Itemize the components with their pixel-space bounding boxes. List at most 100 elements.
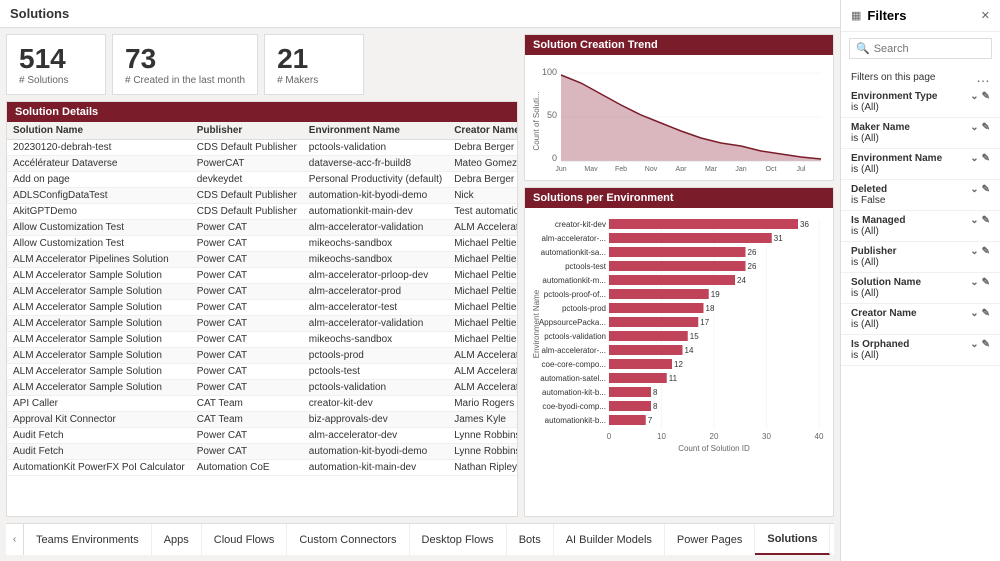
kpi-last-month-label: # Created in the last month — [125, 75, 245, 86]
svg-text:AppsourcePacka...: AppsourcePacka... — [539, 318, 606, 327]
filter-item: Maker Name ⌄ ✎ is (All) — [841, 118, 1000, 149]
filter-edit-icon[interactable]: ✎ — [982, 122, 990, 133]
table-row[interactable]: Allow Customization TestPower CATalm-acc… — [7, 220, 517, 236]
col-creator-name[interactable]: Creator Name — [448, 122, 517, 140]
table-row[interactable]: ALM Accelerator Sample SolutionPower CAT… — [7, 284, 517, 300]
table-row[interactable]: AutomationKit PowerFX PoI CalculatorAuto… — [7, 460, 517, 476]
svg-text:creator-kit-dev: creator-kit-dev — [555, 220, 606, 229]
filter-item: Environment Name ⌄ ✎ is (All) — [841, 149, 1000, 180]
tab-teams-environments[interactable]: Teams Environments — [24, 524, 152, 555]
table-row[interactable]: Audit FetchPower CATalm-accelerator-devL… — [7, 428, 517, 444]
svg-text:automation-kit-b...: automation-kit-b... — [542, 388, 606, 397]
table-row[interactable]: ALM Accelerator Sample SolutionPower CAT… — [7, 348, 517, 364]
tab-ai-builder-models[interactable]: AI Builder Models — [554, 524, 665, 555]
trend-chart-svg: 100 50 0 Count of Soluti... — [531, 61, 829, 171]
table-row[interactable]: ALM Accelerator Sample SolutionPower CAT… — [7, 380, 517, 396]
tab-solutions[interactable]: Solutions — [755, 524, 830, 555]
nav-left-arrow[interactable]: ‹ — [6, 524, 24, 555]
col-environment-name[interactable]: Environment Name — [303, 122, 448, 140]
tab-desktop-flows[interactable]: Desktop Flows — [410, 524, 507, 555]
table-row[interactable]: 20230120-debrah-testCDS Default Publishe… — [7, 140, 517, 156]
filter-items-list: Environment Type ⌄ ✎ is (All) Maker Name… — [841, 87, 1000, 561]
filter-chevron-icon[interactable]: ⌄ — [970, 91, 978, 102]
table-row[interactable]: Add on pagedevkeydetPersonal Productivit… — [7, 172, 517, 188]
table-row[interactable]: AkitGPTDemoCDS Default Publisherautomati… — [7, 204, 517, 220]
svg-text:40: 40 — [815, 432, 824, 441]
env-chart-card: Solutions per Environment Environment Na… — [524, 187, 834, 517]
filter-edit-icon[interactable]: ✎ — [982, 339, 990, 350]
kpi-last-month: 73 # Created in the last month — [112, 34, 258, 95]
svg-text:automationkit-m...: automationkit-m... — [542, 276, 606, 285]
filter-item: Deleted ⌄ ✎ is False — [841, 180, 1000, 211]
filter-chevron-icon[interactable]: ⌄ — [970, 308, 978, 319]
svg-text:24: 24 — [737, 276, 746, 285]
svg-text:Jun: Jun — [555, 166, 566, 171]
svg-text:automation-satel...: automation-satel... — [540, 374, 606, 383]
tab-bots[interactable]: Bots — [507, 524, 554, 555]
svg-text:26: 26 — [748, 262, 757, 271]
filter-edit-icon[interactable]: ✎ — [982, 91, 990, 102]
solution-details-panel: Solution Details Solution Name Publisher… — [6, 101, 518, 517]
filter-edit-icon[interactable]: ✎ — [982, 246, 990, 257]
svg-text:pctools-proof-of...: pctools-proof-of... — [544, 290, 606, 299]
col-publisher[interactable]: Publisher — [191, 122, 303, 140]
filter-item: Creator Name ⌄ ✎ is (All) — [841, 304, 1000, 335]
svg-text:automationkit-b...: automationkit-b... — [545, 416, 606, 425]
filters-search-box[interactable]: 🔍 — [849, 38, 992, 59]
svg-text:Count of Soluti...: Count of Soluti... — [532, 91, 541, 150]
table-row[interactable]: Audit FetchPower CATautomation-kit-byodi… — [7, 444, 517, 460]
svg-text:100: 100 — [542, 67, 557, 77]
filters-header: ▦ Filters ✕ — [841, 0, 1000, 32]
tab-cloud-flows[interactable]: Cloud Flows — [202, 524, 288, 555]
table-row[interactable]: ALM Accelerator Sample SolutionPower CAT… — [7, 268, 517, 284]
filter-edit-icon[interactable]: ✎ — [982, 184, 990, 195]
search-input[interactable] — [874, 43, 985, 55]
svg-text:0: 0 — [552, 153, 557, 163]
filter-chevron-icon[interactable]: ⌄ — [970, 277, 978, 288]
table-row[interactable]: ALM Accelerator Sample SolutionPower CAT… — [7, 300, 517, 316]
svg-text:10: 10 — [657, 432, 666, 441]
table-row[interactable]: ADLSConfigDataTestCDS Default Publishera… — [7, 188, 517, 204]
filter-edit-icon[interactable]: ✎ — [982, 153, 990, 164]
solution-details-table-container[interactable]: Solution Name Publisher Environment Name… — [7, 122, 517, 516]
filters-title: Filters — [867, 8, 906, 23]
svg-text:alm-accelerator-...: alm-accelerator-... — [542, 346, 606, 355]
filters-close-icon[interactable]: ✕ — [981, 9, 990, 22]
filter-chevron-icon[interactable]: ⌄ — [970, 153, 978, 164]
filter-chevron-icon[interactable]: ⌄ — [970, 246, 978, 257]
tab-apps[interactable]: Apps — [152, 524, 202, 555]
filters-more-icon[interactable]: … — [976, 69, 990, 85]
table-row[interactable]: Approval Kit ConnectorCAT Teambiz-approv… — [7, 412, 517, 428]
filter-chevron-icon[interactable]: ⌄ — [970, 122, 978, 133]
filter-item: Is Orphaned ⌄ ✎ is (All) — [841, 335, 1000, 366]
filter-edit-icon[interactable]: ✎ — [982, 215, 990, 226]
col-solution-name[interactable]: Solution Name — [7, 122, 191, 140]
svg-text:coe-byodi-comp...: coe-byodi-comp... — [542, 402, 606, 411]
svg-text:automationkit-sa...: automationkit-sa... — [541, 248, 606, 257]
svg-text:Nov: Nov — [645, 166, 658, 171]
table-row[interactable]: ALM Accelerator Pipelines SolutionPower … — [7, 252, 517, 268]
svg-text:20: 20 — [710, 432, 719, 441]
table-row[interactable]: ALM Accelerator Sample SolutionPower CAT… — [7, 364, 517, 380]
filter-chevron-icon[interactable]: ⌄ — [970, 184, 978, 195]
table-row[interactable]: API CallerCAT Teamcreator-kit-devMario R… — [7, 396, 517, 412]
kpi-makers: 21 # Makers — [264, 34, 364, 95]
table-row[interactable]: ALM Accelerator Sample SolutionPower CAT… — [7, 332, 517, 348]
table-row[interactable]: Allow Customization TestPower CATmikeoch… — [7, 236, 517, 252]
svg-text:12: 12 — [674, 360, 683, 369]
tab-power-pages[interactable]: Power Pages — [665, 524, 755, 555]
table-row[interactable]: ALM Accelerator Sample SolutionPower CAT… — [7, 316, 517, 332]
filter-chevron-icon[interactable]: ⌄ — [970, 215, 978, 226]
tab-business-process-flows[interactable]: Business Process Flows — [830, 524, 834, 555]
top-bar: Solutions — [0, 0, 840, 28]
filter-edit-icon[interactable]: ✎ — [982, 277, 990, 288]
trend-chart-header: Solution Creation Trend — [525, 35, 833, 55]
svg-text:7: 7 — [648, 416, 653, 425]
tab-custom-connectors[interactable]: Custom Connectors — [287, 524, 409, 555]
svg-text:pctools-validation: pctools-validation — [544, 332, 606, 341]
table-row[interactable]: Accélérateur DataversePowerCATdataverse-… — [7, 156, 517, 172]
filter-chevron-icon[interactable]: ⌄ — [970, 339, 978, 350]
filter-item: Solution Name ⌄ ✎ is (All) — [841, 273, 1000, 304]
svg-text:31: 31 — [774, 234, 783, 243]
filter-edit-icon[interactable]: ✎ — [982, 308, 990, 319]
